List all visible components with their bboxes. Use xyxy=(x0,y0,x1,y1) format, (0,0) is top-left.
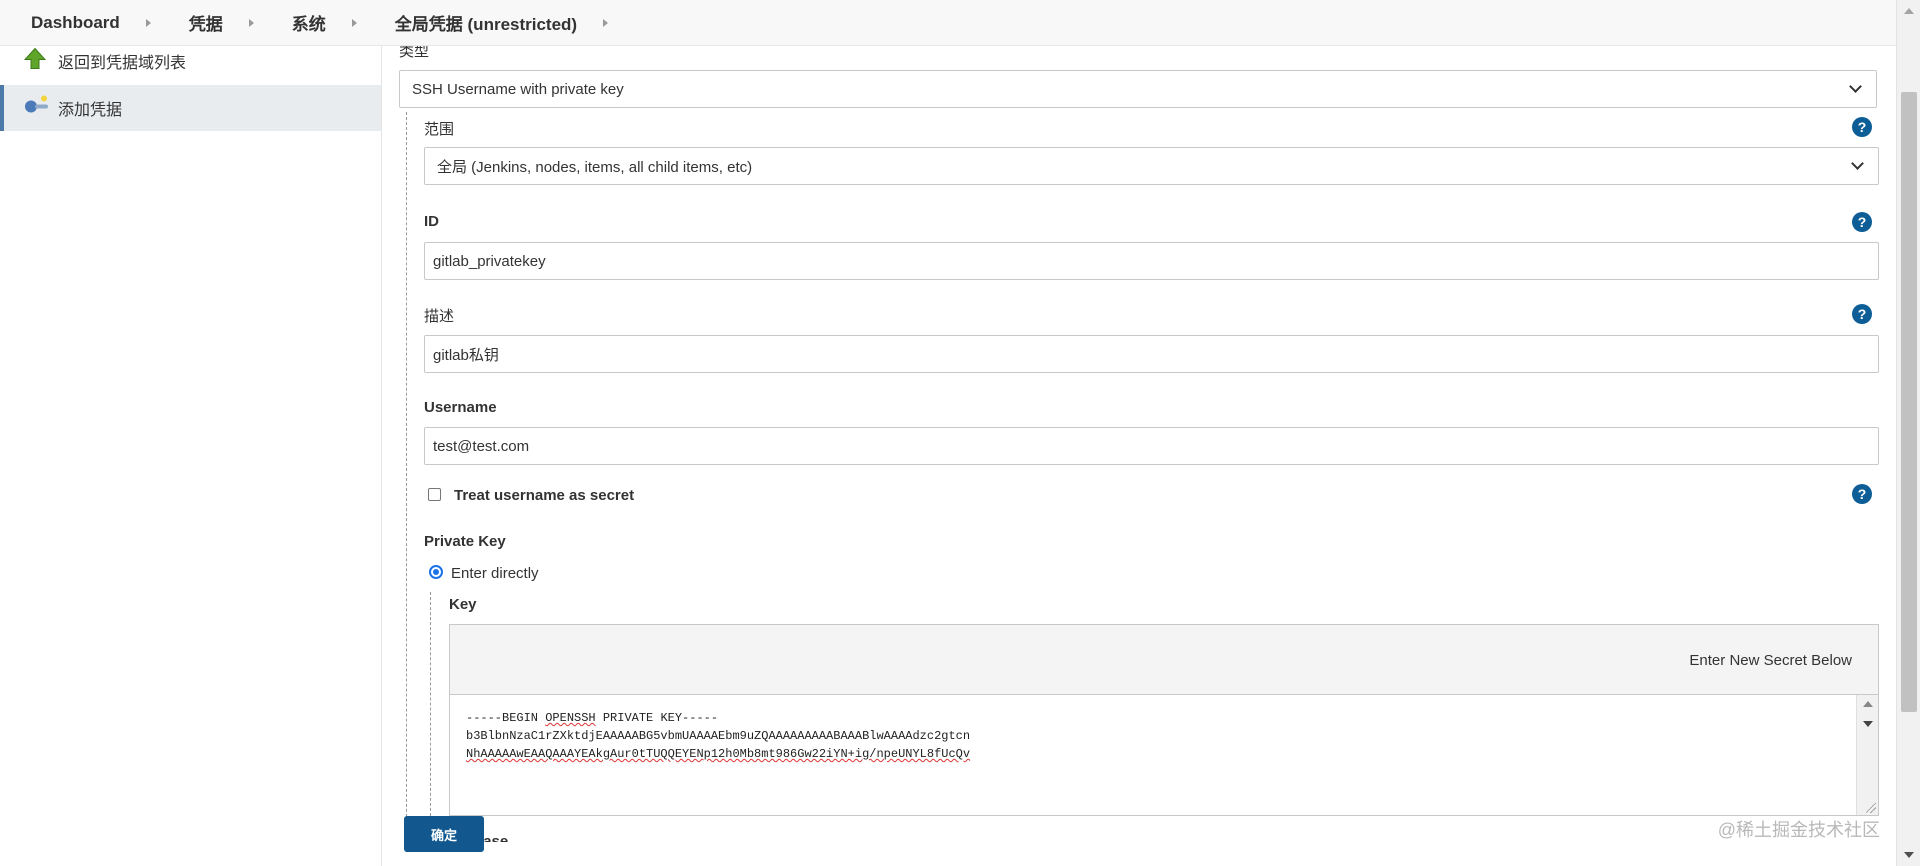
sidebar-item-label: 添加凭据 xyxy=(58,102,123,119)
breadcrumb-separator-icon[interactable] xyxy=(351,18,357,27)
watermark: @稀土掘金技术社区 xyxy=(1717,820,1880,840)
key-line: NhAAAAAwEAAQAAAYEAkgAur0tTUQQEYENp12h0Mb… xyxy=(466,747,971,761)
scroll-up-icon[interactable] xyxy=(1863,701,1873,707)
scope-label: 范围 xyxy=(424,121,455,138)
breadcrumb-global-credentials[interactable]: 全局凭据 (unrestricted) xyxy=(395,10,577,35)
username-secret-label: Treat username as secret xyxy=(454,487,635,504)
key-textarea[interactable]: -----BEGIN OPENSSH PRIVATE KEY----- b3Blb… xyxy=(466,709,970,763)
key-editor[interactable]: Enter New Secret Below -----BEGIN OPENSS… xyxy=(449,624,1879,816)
ok-button[interactable]: 确定 xyxy=(404,816,484,852)
username-label: Username xyxy=(424,399,497,416)
sidebar-item-add-credentials[interactable]: 添加凭据 xyxy=(0,85,381,131)
username-input[interactable] xyxy=(424,427,1879,465)
breadcrumb-separator-icon[interactable] xyxy=(145,18,151,27)
page-scrollbar[interactable] xyxy=(1896,0,1920,866)
enter-directly-radio[interactable] xyxy=(429,565,443,579)
credential-form: 类型 SSH Username with private key 范围 ? 全局… xyxy=(383,43,1896,866)
help-icon[interactable]: ? xyxy=(1852,212,1872,232)
breadcrumb-separator-icon[interactable] xyxy=(603,18,609,27)
breadcrumb-separator-icon[interactable] xyxy=(248,18,254,27)
breadcrumb-credentials[interactable]: 凭据 xyxy=(189,10,223,35)
help-icon[interactable]: ? xyxy=(1852,304,1872,324)
key-line: -----BEGIN OPENSSH PRIVATE KEY----- xyxy=(466,711,719,725)
key-icon xyxy=(24,95,50,122)
key-editor-header: Enter New Secret Below xyxy=(450,625,1878,695)
chevron-down-icon xyxy=(1851,157,1864,170)
scroll-up-icon[interactable] xyxy=(1904,8,1914,14)
key-line: b3BlbnNzaC1rZXktdjEAAAAABG5vbmUAAAAEbm9u… xyxy=(466,729,971,743)
resize-handle-icon[interactable] xyxy=(1866,803,1876,813)
description-input[interactable] xyxy=(424,335,1879,373)
username-secret-checkbox[interactable] xyxy=(428,488,441,501)
key-textarea-scrollbar[interactable] xyxy=(1856,695,1878,815)
key-line-word: OPENSSH xyxy=(545,711,596,725)
help-icon[interactable]: ? xyxy=(1852,484,1872,504)
help-icon[interactable]: ? xyxy=(1852,117,1872,137)
breadcrumb: Dashboard 凭据 系统 全局凭据 (unrestricted) xyxy=(0,0,1896,46)
key-label: Key xyxy=(449,596,477,613)
scroll-down-icon[interactable] xyxy=(1863,721,1873,727)
scroll-down-icon[interactable] xyxy=(1904,852,1914,858)
scope-select-value: 全局 (Jenkins, nodes, items, all child ite… xyxy=(437,158,753,176)
key-group-divider xyxy=(430,592,431,826)
chevron-down-icon xyxy=(1849,80,1862,93)
sidebar-item-label: 返回到凭据域列表 xyxy=(58,55,187,72)
id-label: ID xyxy=(424,213,439,230)
private-key-label: Private Key xyxy=(424,533,506,550)
scrollbar-thumb[interactable] xyxy=(1901,92,1917,712)
enter-directly-label: Enter directly xyxy=(451,565,539,582)
kind-select[interactable]: SSH Username with private key xyxy=(399,70,1877,108)
kind-select-value: SSH Username with private key xyxy=(412,80,624,98)
breadcrumb-system[interactable]: 系统 xyxy=(292,10,326,35)
form-group-divider xyxy=(406,112,407,852)
id-input[interactable] xyxy=(424,242,1879,280)
breadcrumb-dashboard[interactable]: Dashboard xyxy=(31,13,120,33)
description-label: 描述 xyxy=(424,308,455,325)
up-arrow-icon xyxy=(23,47,47,75)
key-editor-header-text: Enter New Secret Below xyxy=(1689,652,1852,669)
scope-select[interactable]: 全局 (Jenkins, nodes, items, all child ite… xyxy=(424,147,1879,185)
sidebar: 返回到凭据域列表 添加凭据 xyxy=(0,46,382,866)
